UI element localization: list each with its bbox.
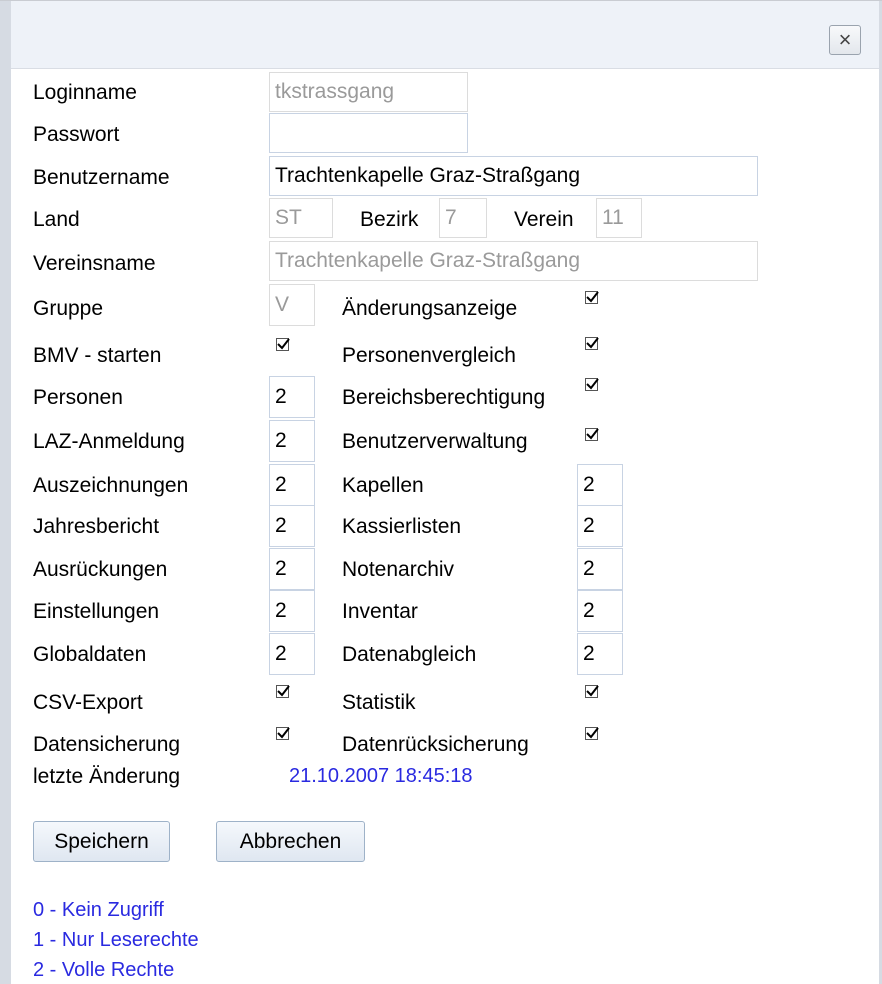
perm-checkbox-personenvergleich[interactable] [585, 337, 599, 350]
perm-field-ausrückungen[interactable]: 2 [269, 548, 315, 590]
benutzername-label: Benutzername [33, 166, 170, 189]
perm-field-notenarchiv[interactable]: 2 [577, 548, 623, 590]
land-label: Land [33, 208, 80, 231]
verein-field[interactable]: 11 [596, 198, 642, 238]
perm-label-personen: Personen [33, 386, 123, 409]
dialog-titlebar [0, 1, 882, 69]
perm-field-inventar[interactable]: 2 [577, 590, 623, 632]
perm-label-datenabgleich: Datenabgleich [342, 643, 477, 666]
perm-field-kapellen[interactable]: 2 [577, 464, 623, 506]
perm-label-änderungsanzeige: Änderungsanzeige [342, 297, 518, 320]
benutzername-field[interactable]: Trachtenkapelle Graz-Straßgang [269, 156, 758, 196]
perm-checkbox-datensicherung[interactable] [276, 727, 290, 740]
cancel-button[interactable]: Abbrechen [216, 821, 365, 862]
legend-item-1: 1 - Nur Leserechte [33, 929, 199, 951]
perm-label-ausrückungen: Ausrückungen [33, 558, 168, 581]
perm-label-kapellen: Kapellen [342, 474, 424, 497]
perm-label-statistik: Statistik [342, 691, 416, 714]
perm-checkbox-csv-export[interactable] [276, 685, 290, 698]
perm-field-jahresbericht[interactable]: 2 [269, 505, 315, 547]
perm-label-notenarchiv: Notenarchiv [342, 558, 455, 581]
perm-label-personenvergleich: Personenvergleich [342, 344, 516, 367]
passwort-label: Passwort [33, 123, 120, 146]
user-edit-dialog: × Loginname tkstrassgang Passwort Benutz… [0, 0, 882, 984]
last-change-label: letzte Änderung [33, 765, 181, 788]
perm-label-jahresbericht: Jahresbericht [33, 515, 160, 538]
verein-label: Verein [514, 208, 574, 231]
gruppe-field[interactable]: V [269, 284, 315, 326]
gruppe-label: Gruppe [33, 297, 104, 320]
perm-label-kassierlisten: Kassierlisten [342, 515, 462, 538]
save-button[interactable]: Speichern [33, 821, 170, 862]
perm-checkbox-statistik[interactable] [585, 685, 599, 698]
perm-field-globaldaten[interactable]: 2 [269, 633, 315, 675]
dialog-left-border [0, 1, 11, 984]
perm-field-laz-anmeldung[interactable]: 2 [269, 420, 315, 462]
vereinsname-label: Vereinsname [33, 252, 156, 275]
perm-label-inventar: Inventar [342, 600, 418, 623]
perm-label-einstellungen: Einstellungen [33, 600, 160, 623]
land-field[interactable]: ST [269, 198, 333, 238]
perm-label-csv-export: CSV-Export [33, 691, 143, 714]
perm-field-kassierlisten[interactable]: 2 [577, 505, 623, 547]
bezirk-field[interactable]: 7 [439, 198, 487, 238]
perm-label-bmv-starten: BMV - starten [33, 344, 162, 367]
perm-label-globaldaten: Globaldaten [33, 643, 147, 666]
legend-item-2: 2 - Volle Rechte [33, 959, 175, 981]
legend-item-0: 0 - Kein Zugriff [33, 899, 164, 921]
perm-label-bereichsberechtigung: Bereichsberechtigung [342, 386, 546, 409]
password-field[interactable] [269, 113, 468, 153]
loginname-field[interactable]: tkstrassgang [269, 72, 468, 112]
perm-field-auszeichnungen[interactable]: 2 [269, 464, 315, 506]
perm-checkbox-benutzerverwaltung[interactable] [585, 428, 599, 441]
perm-checkbox-bereichsberechtigung[interactable] [585, 378, 599, 391]
perm-field-einstellungen[interactable]: 2 [269, 590, 315, 632]
loginname-label: Loginname [33, 81, 137, 104]
perm-label-auszeichnungen: Auszeichnungen [33, 474, 189, 497]
perm-field-personen[interactable]: 2 [269, 376, 315, 418]
perm-label-laz-anmeldung: LAZ-Anmeldung [33, 430, 185, 453]
close-icon: × [838, 27, 852, 52]
vereinsname-field[interactable]: Trachtenkapelle Graz-Straßgang [269, 241, 758, 281]
perm-field-datenabgleich[interactable]: 2 [577, 633, 623, 675]
perm-label-benutzerverwaltung: Benutzerverwaltung [342, 430, 528, 453]
last-change-value: 21.10.2007 18:45:18 [289, 765, 473, 787]
perm-label-datensicherung: Datensicherung [33, 733, 181, 756]
perm-checkbox-bmv-starten[interactable] [276, 338, 290, 351]
close-button[interactable]: × [829, 25, 861, 55]
perm-checkbox-datenrücksicherung[interactable] [585, 727, 599, 740]
perm-label-datenrücksicherung: Datenrücksicherung [342, 733, 529, 756]
perm-checkbox-änderungsanzeige[interactable] [585, 291, 599, 304]
bezirk-label: Bezirk [360, 208, 419, 231]
